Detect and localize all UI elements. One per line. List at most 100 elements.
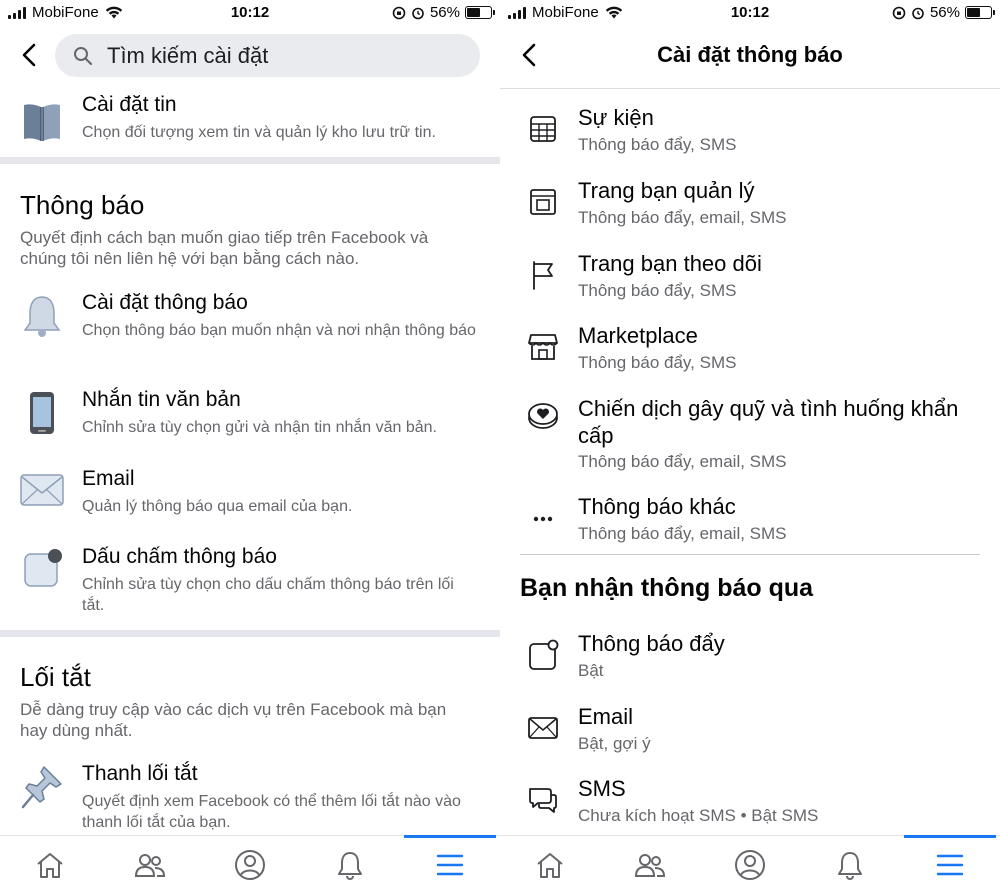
tab-friends[interactable] bbox=[600, 842, 700, 888]
notification-dots-item[interactable]: Dấu chấm thông báo Chỉnh sửa tùy chọn ch… bbox=[0, 544, 500, 624]
tab-notifications[interactable] bbox=[300, 842, 400, 888]
item-subtitle: Thông báo đẩy, email, SMS bbox=[578, 524, 787, 543]
item-subtitle: Bật, gợi ý bbox=[578, 734, 651, 753]
item-description: Chọn thông báo bạn muốn nhận và nơi nhận… bbox=[82, 322, 476, 339]
section-divider bbox=[0, 157, 500, 164]
item-title: Email bbox=[82, 467, 135, 490]
battery-icon bbox=[465, 6, 495, 19]
item-subtitle: Bật bbox=[578, 661, 604, 680]
item-title: Thông báo khác bbox=[578, 494, 736, 519]
item-title: Chiến dịch gây quỹ và tình huống khẩn cấ… bbox=[578, 396, 959, 448]
list-item-other-notifications[interactable]: Thông báo khác Thông báo đẩy, email, SMS bbox=[500, 493, 1000, 557]
rotation-lock-icon bbox=[392, 6, 406, 19]
phone-icon bbox=[18, 389, 66, 437]
battery-percent: 56% bbox=[429, 4, 460, 21]
section-title-receive-via: Bạn nhận thông báo qua bbox=[520, 574, 814, 602]
home-icon bbox=[37, 853, 63, 878]
story-settings-item[interactable]: Cài đặt tin Chọn đối tượng xem tin và qu… bbox=[0, 92, 500, 154]
item-title: Trang bạn quản lý bbox=[578, 178, 755, 203]
chat-icon bbox=[526, 783, 560, 817]
battery-level bbox=[467, 8, 480, 17]
friends-icon bbox=[634, 854, 666, 877]
menu-icon bbox=[936, 854, 964, 876]
item-title: SMS bbox=[578, 776, 626, 801]
push-icon bbox=[526, 638, 560, 672]
list-item-pages-followed[interactable]: Trang bạn theo dõi Thông báo đẩy, SMS bbox=[500, 250, 1000, 314]
page-icon bbox=[526, 185, 560, 219]
item-description: Quản lý thông báo qua email của bạn. bbox=[82, 498, 353, 515]
page-title: Cài đặt thông báo bbox=[657, 42, 843, 67]
item-description: Chọn đối tượng xem tin và quản lý kho lư… bbox=[82, 124, 436, 141]
tab-friends[interactable] bbox=[100, 842, 200, 888]
profile-icon bbox=[235, 850, 265, 880]
chevron-left-icon bbox=[22, 43, 36, 67]
shortcut-bar-item[interactable]: Thanh lối tắt Quyết định xem Facebook có… bbox=[0, 761, 500, 833]
friends-icon bbox=[134, 854, 166, 877]
rotation-lock-icon bbox=[892, 6, 906, 19]
item-title: Email bbox=[578, 704, 634, 729]
list-item-pages-managed[interactable]: Trang bạn quản lý Thông báo đẩy, email, … bbox=[500, 177, 1000, 241]
item-title: Dấu chấm thông báo bbox=[82, 545, 277, 568]
battery-icon bbox=[965, 6, 995, 19]
text-messaging-item[interactable]: Nhắn tin văn bản Chỉnh sửa tùy chọn gửi … bbox=[0, 387, 500, 447]
section-description: Quyết định cách bạn muốn giao tiếp trên … bbox=[20, 228, 429, 268]
bell-icon bbox=[838, 852, 862, 880]
shop-icon bbox=[526, 330, 560, 364]
list-item-fundraisers[interactable]: Chiến dịch gây quỹ và tình huống khẩn cấ… bbox=[500, 395, 1000, 479]
battery-level bbox=[967, 8, 980, 17]
item-description: Chỉnh sửa tùy chọn cho dấu chấm thông bá… bbox=[82, 576, 454, 614]
book-icon bbox=[18, 98, 66, 146]
section-description: Dễ dàng truy cập vào các dịch vụ trên Fa… bbox=[20, 700, 447, 740]
notification-settings-screen: MobiFone 10:12 56% Cài đặt thông báo Sự … bbox=[500, 0, 1000, 889]
alarm-icon bbox=[412, 7, 424, 19]
back-button[interactable] bbox=[14, 40, 44, 70]
notification-settings-item[interactable]: Cài đặt thông báo Chọn thông báo bạn muố… bbox=[0, 290, 500, 370]
list-item-email[interactable]: Email Bật, gợi ý bbox=[500, 703, 1000, 767]
item-subtitle: Thông báo đẩy, SMS bbox=[578, 135, 737, 154]
list-item-marketplace[interactable]: Marketplace Thông báo đẩy, SMS bbox=[500, 322, 1000, 386]
item-title: Trang bạn theo dõi bbox=[578, 251, 762, 276]
home-icon bbox=[537, 853, 563, 878]
envelope-icon bbox=[18, 466, 66, 514]
battery-percent: 56% bbox=[929, 4, 960, 21]
tab-profile[interactable] bbox=[700, 842, 800, 888]
status-bar: MobiFone 10:12 56% bbox=[500, 0, 1000, 26]
heart-coin-icon bbox=[526, 399, 560, 433]
bell-icon bbox=[18, 292, 66, 340]
tab-home[interactable] bbox=[0, 842, 100, 888]
bottom-tab-bar bbox=[0, 835, 500, 889]
section-title-notifications: Thông báo bbox=[20, 190, 145, 220]
bottom-tab-bar bbox=[500, 835, 1000, 889]
list-item-push[interactable]: Thông báo đẩy Bật bbox=[500, 630, 1000, 694]
calendar-icon bbox=[526, 112, 560, 146]
item-description: Chỉnh sửa tùy chọn gửi và nhận tin nhắn … bbox=[82, 419, 437, 436]
envelope-icon bbox=[526, 711, 560, 745]
item-title: Thông báo đẩy bbox=[578, 631, 725, 656]
search-input[interactable] bbox=[107, 42, 447, 69]
item-title: Cài đặt thông báo bbox=[82, 291, 248, 314]
more-icon bbox=[526, 501, 560, 535]
notification-dot-icon bbox=[18, 544, 66, 592]
item-subtitle: Chưa kích hoạt SMS • Bật SMS bbox=[578, 806, 819, 825]
pushpin-icon bbox=[18, 763, 66, 811]
item-title: Sự kiện bbox=[578, 105, 654, 130]
email-item[interactable]: Email Quản lý thông báo qua email của bạ… bbox=[0, 466, 500, 526]
tab-notifications[interactable] bbox=[800, 842, 900, 888]
status-bar: MobiFone 10:12 56% bbox=[0, 0, 500, 26]
section-divider bbox=[0, 630, 500, 637]
search-bar[interactable] bbox=[55, 34, 480, 77]
list-item-events[interactable]: Sự kiện Thông báo đẩy, SMS bbox=[500, 104, 1000, 168]
tab-menu[interactable] bbox=[900, 835, 1000, 888]
tab-menu[interactable] bbox=[400, 835, 500, 888]
menu-icon bbox=[436, 854, 464, 876]
list-item-sms[interactable]: SMS Chưa kích hoạt SMS • Bật SMS bbox=[500, 775, 1000, 835]
alarm-icon bbox=[912, 7, 924, 19]
tab-home[interactable] bbox=[500, 842, 600, 888]
header-divider bbox=[500, 88, 1000, 89]
section-divider bbox=[520, 554, 980, 555]
section-title-shortcuts: Lối tắt bbox=[20, 662, 91, 692]
item-subtitle: Thông báo đẩy, email, SMS bbox=[578, 208, 787, 227]
item-subtitle: Thông báo đẩy, SMS bbox=[578, 353, 737, 372]
item-description: Quyết định xem Facebook có thể thêm lối … bbox=[82, 793, 461, 831]
tab-profile[interactable] bbox=[200, 842, 300, 888]
